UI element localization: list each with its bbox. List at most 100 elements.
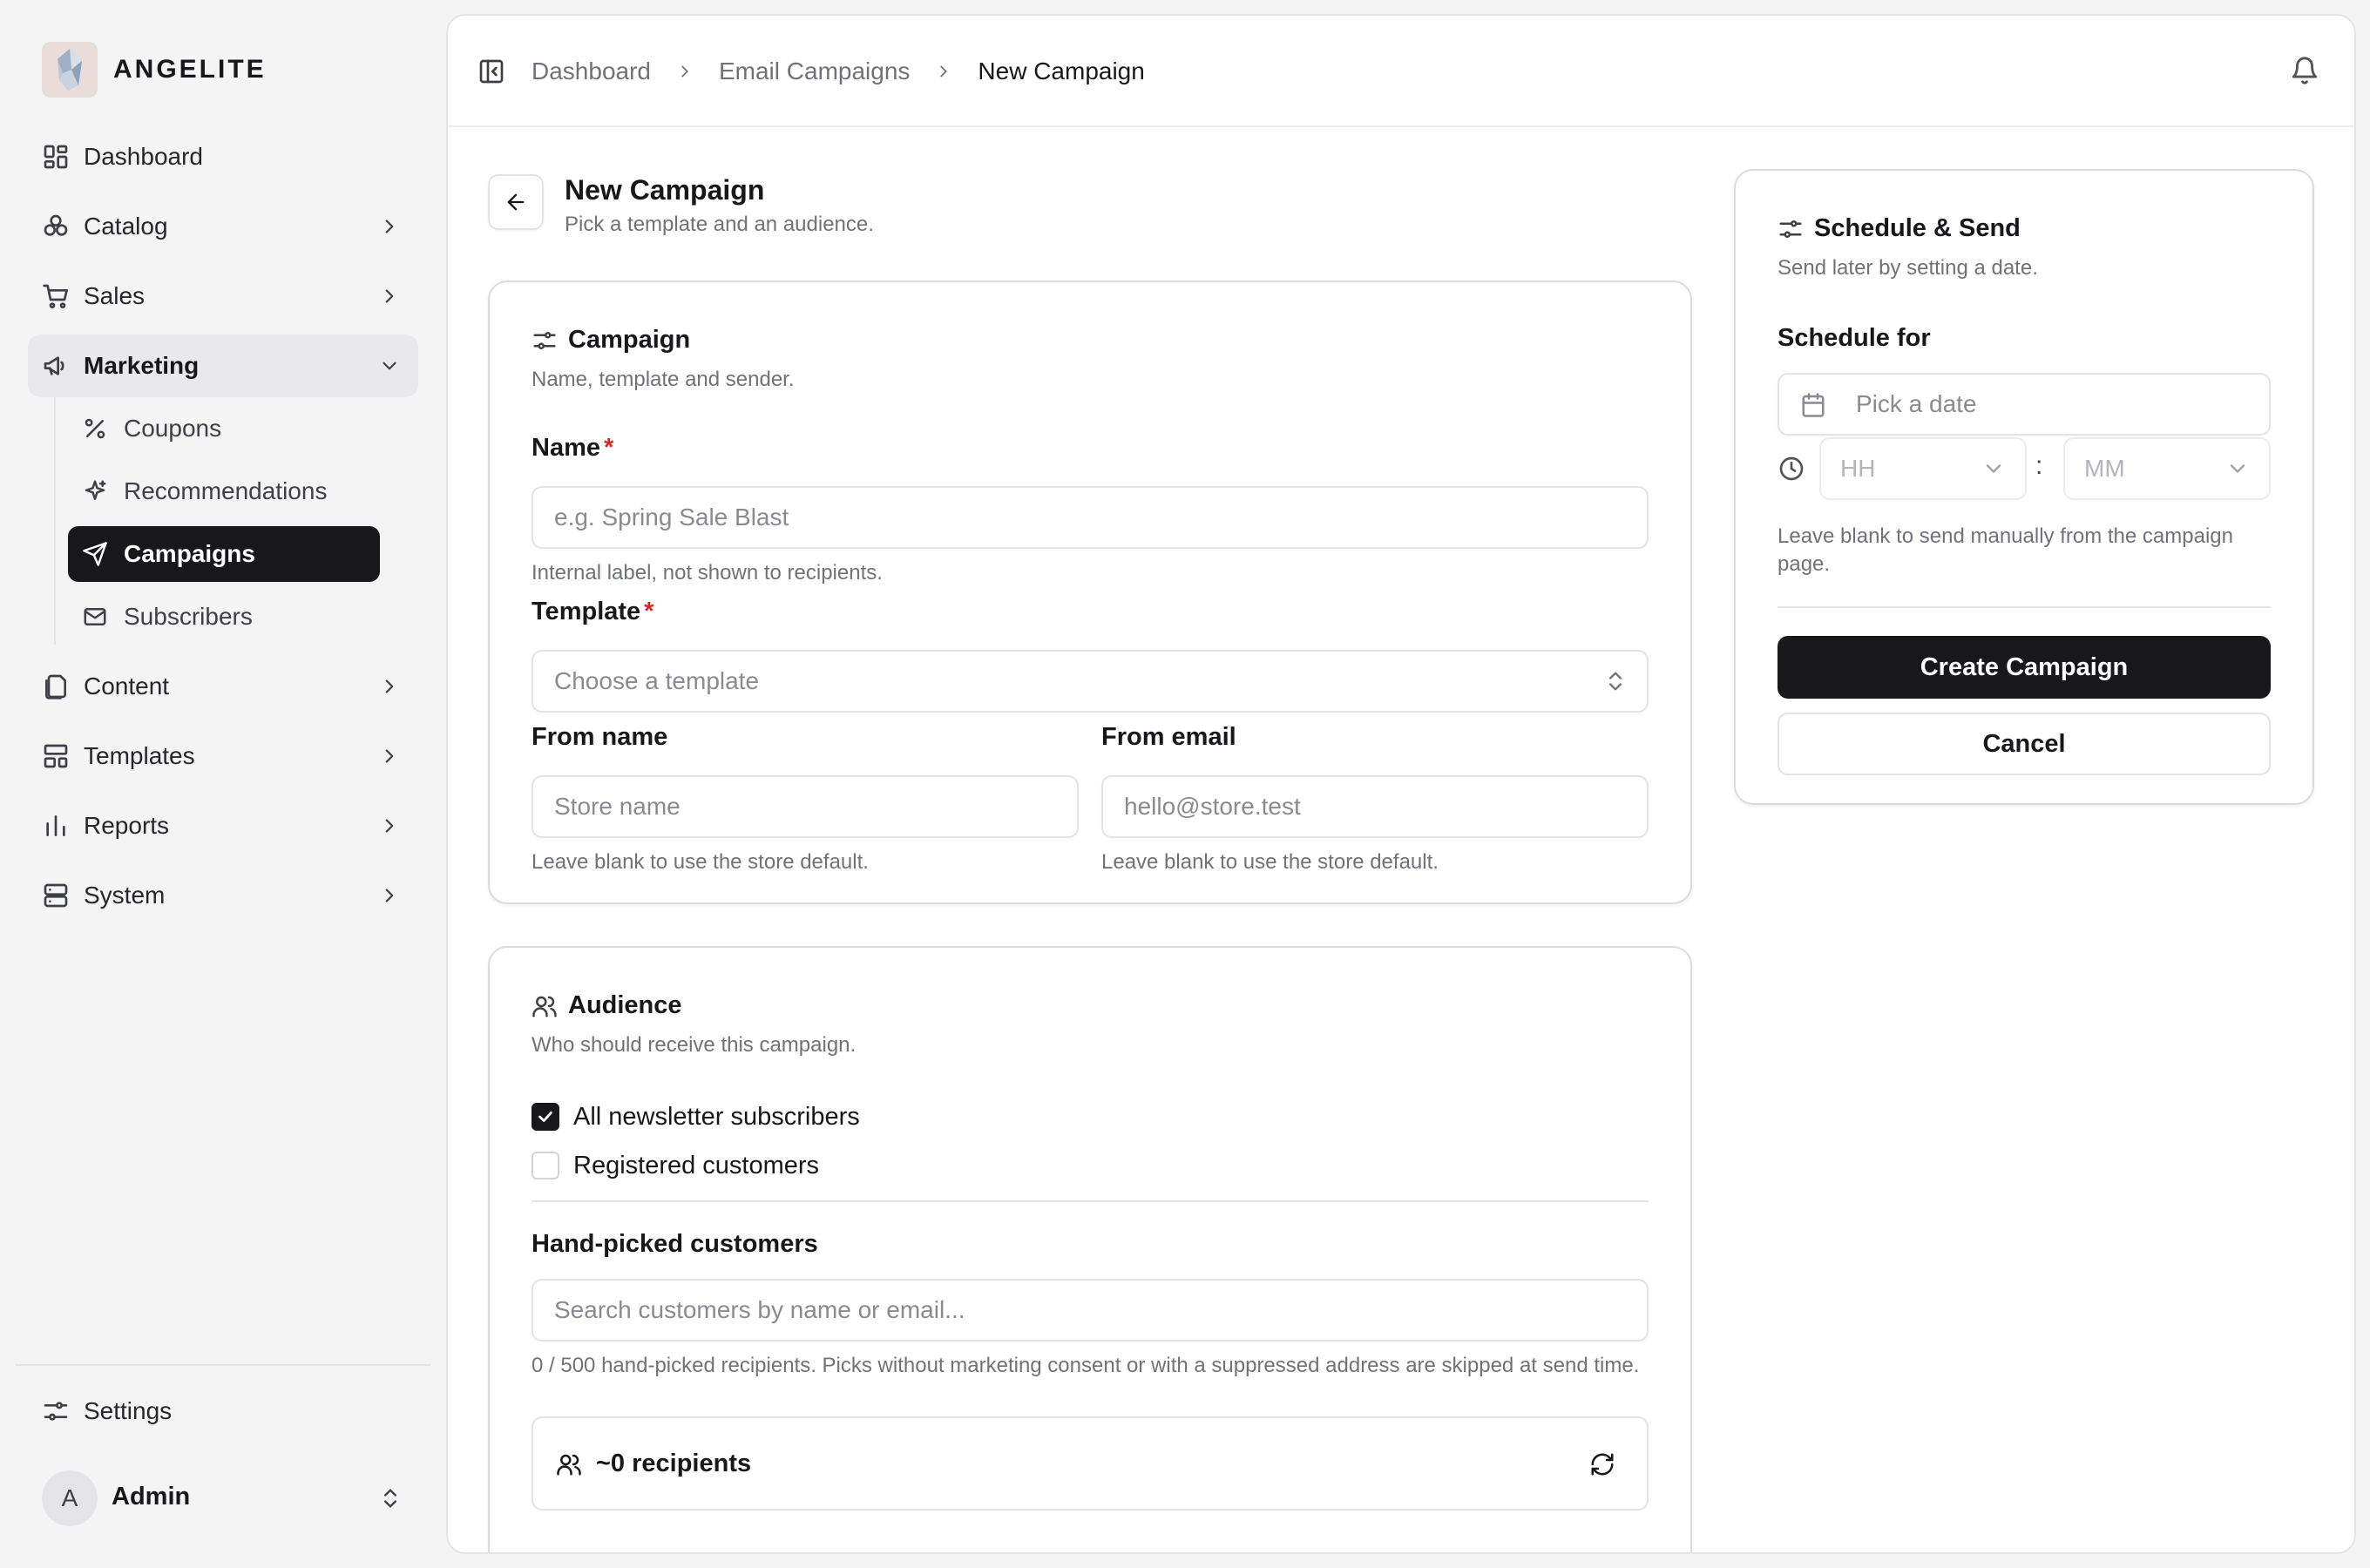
send-icon — [83, 542, 107, 566]
hour-select[interactable]: HH — [1819, 437, 2027, 500]
date-placeholder: Pick a date — [1856, 390, 1977, 417]
sidebar-item-label: Subscribers — [124, 603, 253, 630]
megaphone-icon — [44, 356, 64, 375]
server-icon — [44, 883, 68, 908]
sidebar-item-settings[interactable]: Settings — [28, 1380, 418, 1443]
brand-logo — [42, 42, 98, 98]
user-menu[interactable]: A Admin — [28, 1463, 418, 1533]
sidebar-item-sales[interactable]: Sales — [28, 265, 418, 328]
schedule-help-text: Leave blank to send manually from the ca… — [1778, 524, 2233, 576]
sidebar-item-label: Templates — [84, 742, 195, 769]
sidebar-item-dashboard[interactable]: Dashboard — [28, 125, 418, 188]
sidebar-item-label: Recommendations — [124, 477, 328, 504]
chevron-down-icon — [383, 362, 396, 370]
sidebar-item-campaigns[interactable]: Campaigns — [68, 526, 380, 582]
all-subscribers-label[interactable]: All newsletter subscribers — [573, 1103, 860, 1132]
audience-card-header: Audience — [532, 991, 682, 1020]
chevron-right-icon — [385, 220, 394, 233]
name-label-text: Name — [532, 434, 600, 462]
crystal-icon — [58, 49, 82, 91]
recipients-count: ~0 recipients — [596, 1450, 752, 1477]
sidebar-item-label: Settings — [84, 1397, 173, 1424]
arrow-left-icon — [507, 193, 525, 211]
sliders-icon — [44, 1402, 68, 1421]
page-title: New Campaign — [565, 174, 765, 206]
minute-select[interactable]: MM — [2063, 437, 2271, 500]
from-email-placeholder: hello@store.test — [1124, 793, 1301, 820]
sidebar-toggle-icon[interactable] — [477, 57, 505, 85]
sidebar-item-label: Reports — [84, 812, 170, 839]
sidebar-item-label: Campaigns — [124, 540, 255, 567]
from-name-input[interactable]: Store name — [532, 775, 1079, 838]
sidebar-item-catalog[interactable]: Catalog — [28, 195, 418, 258]
files-icon — [45, 674, 66, 700]
campaign-card: Campaign Name, template and sender. Name… — [488, 280, 1692, 904]
bar-chart-icon — [46, 815, 65, 836]
chevrons-up-down-icon — [1609, 672, 1622, 691]
chevron-right-icon — [681, 65, 688, 78]
bell-icon[interactable] — [2290, 56, 2319, 85]
catalog-icon — [44, 214, 68, 236]
template-placeholder: Choose a template — [554, 667, 760, 694]
breadcrumb-dashboard[interactable]: Dashboard — [532, 57, 651, 85]
sidebar-item-system[interactable]: System — [28, 864, 418, 927]
chevron-right-icon — [385, 819, 394, 833]
sidebar-item-content[interactable]: Content — [28, 655, 418, 718]
all-subscribers-checkbox[interactable] — [532, 1103, 559, 1131]
sidebar-item-templates[interactable]: Templates — [28, 725, 418, 787]
brand[interactable]: ANGELITE — [42, 42, 267, 98]
top-bar: Dashboard Email Campaigns New Campaign — [448, 16, 2354, 127]
sidebar-item-marketing[interactable]: Marketing — [28, 335, 418, 397]
chevron-down-icon — [2230, 464, 2245, 473]
sidebar-item-reports[interactable]: Reports — [28, 794, 418, 857]
card-title: Audience — [568, 991, 682, 1019]
chevron-right-icon — [385, 749, 394, 763]
time-separator: : — [2035, 451, 2043, 480]
users-icon — [532, 996, 557, 1017]
chevron-right-icon — [385, 289, 394, 303]
from-email-help-text: Leave blank to use the store default. — [1101, 850, 1439, 874]
name-help-text: Internal label, not shown to recipients. — [532, 561, 883, 585]
campaign-name-placeholder: e.g. Spring Sale Blast — [554, 504, 789, 531]
mail-icon — [84, 608, 106, 625]
required-marker: * — [604, 434, 614, 462]
page-subtitle: Pick a template and an audience. — [565, 213, 874, 236]
from-email-input[interactable]: hello@store.test — [1101, 775, 1649, 838]
back-button[interactable] — [488, 174, 544, 230]
breadcrumb-email-campaigns[interactable]: Email Campaigns — [719, 57, 910, 85]
refresh-icon[interactable] — [1589, 1451, 1615, 1477]
minute-placeholder: MM — [2084, 455, 2125, 482]
card-description: Name, template and sender. — [532, 368, 795, 391]
sidebar-item-recommendations[interactable]: Recommendations — [68, 463, 380, 519]
template-label: Template * — [532, 598, 653, 626]
chevron-right-icon — [385, 679, 394, 693]
template-select[interactable]: Choose a template — [532, 650, 1649, 713]
customer-search-input[interactable]: Search customers by name or email... — [532, 1279, 1649, 1342]
sliders-icon — [1779, 220, 1802, 238]
sidebar-item-label: Catalog — [84, 213, 168, 240]
registered-customers-checkbox[interactable] — [532, 1152, 559, 1179]
sidebar-item-coupons[interactable]: Coupons — [68, 401, 380, 456]
campaign-name-input[interactable]: e.g. Spring Sale Blast — [532, 486, 1649, 549]
card-description: Send later by setting a date. — [1778, 256, 2038, 280]
submenu-guide-line — [54, 397, 56, 645]
chevron-right-icon — [385, 889, 394, 902]
sidebar-item-label: Marketing — [84, 352, 200, 379]
percent-icon — [85, 418, 105, 439]
sidebar: ANGELITE Dashboard Catalog Sales Marketi… — [0, 0, 446, 1568]
chevrons-up-down-icon — [384, 1489, 396, 1508]
chevron-down-icon — [1986, 464, 2001, 473]
sidebar-item-label: System — [84, 882, 166, 909]
template-label-text: Template — [532, 598, 641, 625]
clock-icon — [1779, 456, 1804, 481]
users-icon — [557, 1454, 581, 1476]
card-title: Campaign — [568, 326, 691, 354]
check-icon — [538, 1112, 552, 1122]
create-campaign-button[interactable]: Create Campaign — [1778, 636, 2271, 699]
registered-customers-label[interactable]: Registered customers — [573, 1152, 819, 1180]
dashboard-icon — [44, 145, 68, 169]
cancel-button[interactable]: Cancel — [1778, 713, 2271, 775]
date-picker[interactable]: Pick a date — [1778, 373, 2271, 436]
user-name: Admin — [112, 1483, 191, 1511]
sidebar-item-subscribers[interactable]: Subscribers — [68, 589, 380, 645]
